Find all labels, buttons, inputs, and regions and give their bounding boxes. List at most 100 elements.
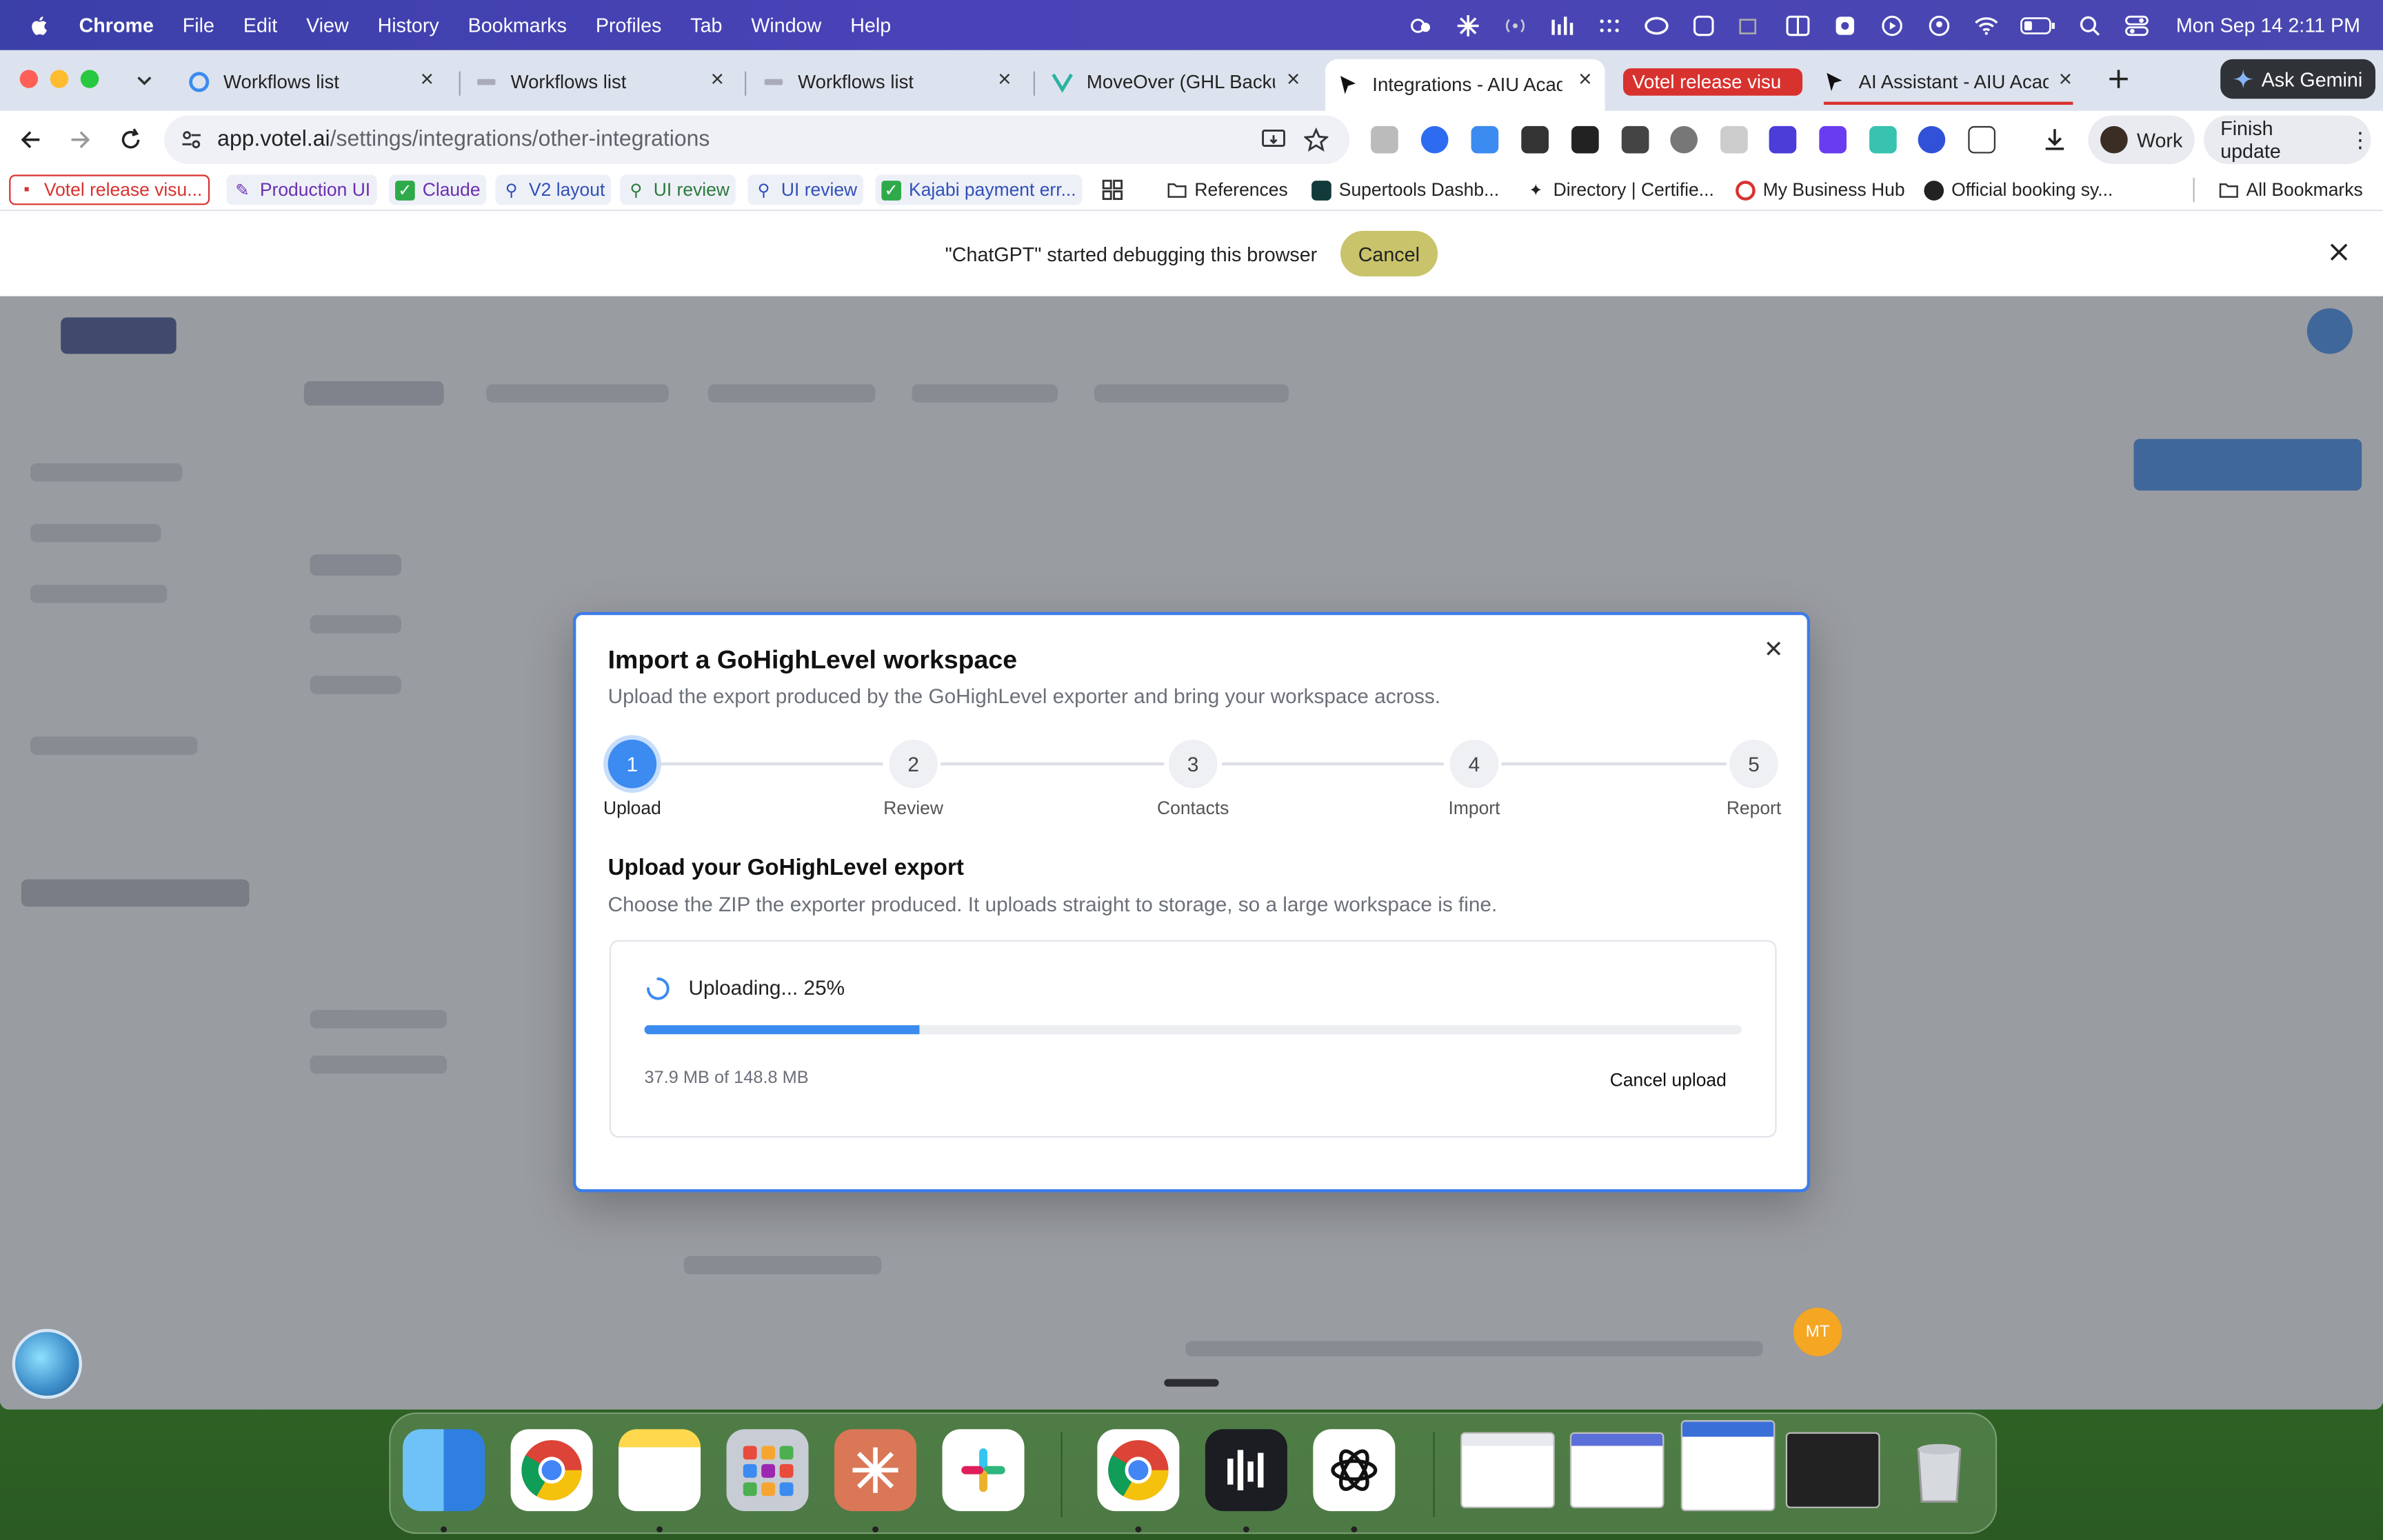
window-icon[interactable] — [1737, 13, 1764, 37]
tab-workflows-2[interactable]: Workflows list × — [463, 59, 737, 105]
columns-icon[interactable] — [1784, 13, 1811, 37]
grid-dots-icon[interactable] — [1596, 13, 1623, 37]
camera-gray-extension-icon[interactable] — [1720, 125, 1748, 154]
puzzle-extensions-icon[interactable] — [1968, 125, 1995, 154]
menu-profiles[interactable]: Profiles — [596, 14, 662, 37]
menu-view[interactable]: View — [306, 14, 349, 37]
profile-chip[interactable]: Work — [2088, 115, 2195, 164]
chrome-icon[interactable] — [510, 1429, 593, 1512]
control-center-icon[interactable] — [2123, 13, 2151, 37]
back-arrow-icon[interactable] — [15, 125, 46, 155]
bookmark-votel-release[interactable]: ▪ Votel release visu... — [9, 174, 210, 205]
close-window-button[interactable] — [19, 70, 39, 88]
menu-edit[interactable]: Edit — [243, 14, 277, 37]
tab-moveover[interactable]: MoveOver (GHL Backup × — [1040, 59, 1314, 105]
slack-icon[interactable] — [942, 1429, 1025, 1512]
robot-extension-icon[interactable] — [1521, 125, 1549, 154]
tab-workflows-1[interactable]: Workflows list × — [177, 59, 447, 105]
weather-icon[interactable] — [1407, 13, 1435, 37]
battery-icon[interactable] — [2020, 13, 2056, 37]
bolt-extension-icon[interactable] — [1918, 125, 1946, 154]
new-tab-icon[interactable] — [2107, 67, 2131, 91]
finder-icon[interactable] — [403, 1429, 485, 1512]
window-thumbnail[interactable] — [1569, 1432, 1665, 1508]
bookmark-official-booking[interactable]: Official booking sy... — [1918, 174, 2120, 205]
resize-handle[interactable] — [1164, 1379, 1219, 1387]
bookmark-star-icon[interactable] — [1303, 127, 1329, 152]
play-icon[interactable] — [1878, 13, 1906, 37]
cancel-upload-button[interactable]: Cancel upload — [1610, 1069, 1727, 1091]
spotlight-search-icon[interactable] — [2075, 13, 2103, 37]
bookmark-production-ui[interactable]: ✎ Production UI — [226, 174, 376, 205]
user-avatar[interactable]: MT — [1793, 1307, 1842, 1357]
close-icon[interactable] — [2325, 239, 2353, 266]
tab-search-chevron-icon[interactable] — [134, 70, 155, 91]
close-tab-icon[interactable]: × — [1283, 68, 1304, 91]
bookmark-supertools[interactable]: Supertools Dashb... — [1305, 174, 1505, 205]
zoom-extension-icon[interactable] — [1420, 125, 1449, 154]
gear-icon[interactable] — [1831, 13, 1859, 37]
bars-chart-icon[interactable] — [1549, 13, 1576, 37]
bookmark-ui-review-1[interactable]: ⚲ UI review — [620, 174, 736, 205]
tab-integrations-active[interactable]: Integrations - AIU Acade × — [1325, 59, 1605, 111]
audio-bars-icon[interactable] — [1205, 1429, 1287, 1512]
face-icon[interactable] — [1690, 13, 1718, 37]
record-extension-icon[interactable] — [1670, 125, 1698, 154]
reload-icon[interactable] — [116, 125, 146, 155]
download-icon[interactable] — [2041, 125, 2069, 154]
tab-ai-assistant[interactable]: AI Assistant - AIU Acade × — [1811, 59, 2085, 105]
bookmark-claude[interactable]: ✓ Claude — [389, 174, 487, 205]
close-tab-icon[interactable]: × — [707, 68, 728, 91]
bookmark-kajabi[interactable]: ✓ Kajabi payment err... — [875, 174, 1083, 205]
tab-votel-release[interactable]: Votel release visu — [1611, 59, 1805, 105]
claude-status-icon[interactable] — [1454, 13, 1482, 37]
v-extension-icon[interactable] — [1869, 125, 1897, 154]
chrome-icon[interactable] — [1097, 1429, 1180, 1512]
finish-update-button[interactable]: Finish update ⋮ — [2203, 115, 2371, 164]
address-bar[interactable]: app.votel.ai/settings/integrations/other… — [164, 115, 1350, 164]
menu-clock[interactable]: Mon Sep 14 2:11 PM — [2176, 14, 2360, 37]
c-extension-icon[interactable] — [1819, 125, 1847, 154]
kebab-menu-icon[interactable]: ⋮ — [2350, 129, 2371, 150]
window-thumbnail[interactable] — [1680, 1419, 1776, 1512]
tab-workflows-3[interactable]: Workflows list × — [751, 59, 1025, 105]
trash-icon[interactable] — [1898, 1429, 1980, 1511]
menu-history[interactable]: History — [378, 14, 439, 37]
wifi-icon[interactable] — [1973, 13, 2000, 37]
dots-extension-icon[interactable] — [1621, 125, 1649, 154]
forward-arrow-icon[interactable] — [66, 125, 96, 155]
menu-file[interactable]: File — [183, 14, 214, 37]
broadcast-icon[interactable] — [1501, 13, 1529, 37]
menu-bookmarks[interactable]: Bookmarks — [468, 14, 567, 37]
assistant-orb-icon[interactable] — [12, 1328, 83, 1399]
chatgpt-icon[interactable] — [1313, 1429, 1396, 1512]
close-tab-icon[interactable]: × — [1574, 68, 1596, 91]
close-tab-icon[interactable]: × — [2055, 68, 2076, 91]
menu-tab[interactable]: Tab — [690, 14, 722, 37]
minimize-window-button[interactable] — [50, 70, 69, 88]
function-extension-icon[interactable] — [1571, 125, 1599, 154]
menu-app-name[interactable]: Chrome — [79, 14, 154, 37]
menu-help[interactable]: Help — [850, 14, 891, 37]
close-tab-icon[interactable]: × — [416, 68, 438, 91]
window-thumbnail[interactable] — [1785, 1432, 1880, 1508]
user-circle-icon[interactable] — [1925, 13, 1953, 37]
zoom-window-button[interactable] — [80, 70, 99, 88]
close-tab-icon[interactable]: × — [994, 68, 1015, 91]
claude-icon[interactable] — [834, 1429, 917, 1512]
site-info-icon[interactable] — [179, 128, 203, 152]
cancel-debugging-button[interactable]: Cancel — [1340, 230, 1438, 276]
camera-extension-icon[interactable] — [1371, 125, 1398, 154]
apps-grid-icon[interactable] — [1102, 179, 1123, 201]
bookmark-v2-layout[interactable]: ⚲ V2 layout — [495, 174, 612, 205]
layers-extension-icon[interactable] — [1769, 125, 1797, 154]
creative-cloud-icon[interactable] — [1642, 13, 1670, 37]
gear-extension-icon[interactable] — [1471, 125, 1499, 154]
menu-window[interactable]: Window — [751, 14, 821, 37]
install-app-icon[interactable] — [1261, 128, 1285, 152]
close-icon[interactable] — [1762, 636, 1786, 660]
notes-icon[interactable] — [619, 1429, 701, 1512]
launchpad-icon[interactable] — [726, 1429, 809, 1512]
ask-gemini-button[interactable]: Ask Gemini — [2220, 59, 2376, 99]
bookmark-ui-review-2[interactable]: ⚲ UI review — [747, 174, 863, 205]
